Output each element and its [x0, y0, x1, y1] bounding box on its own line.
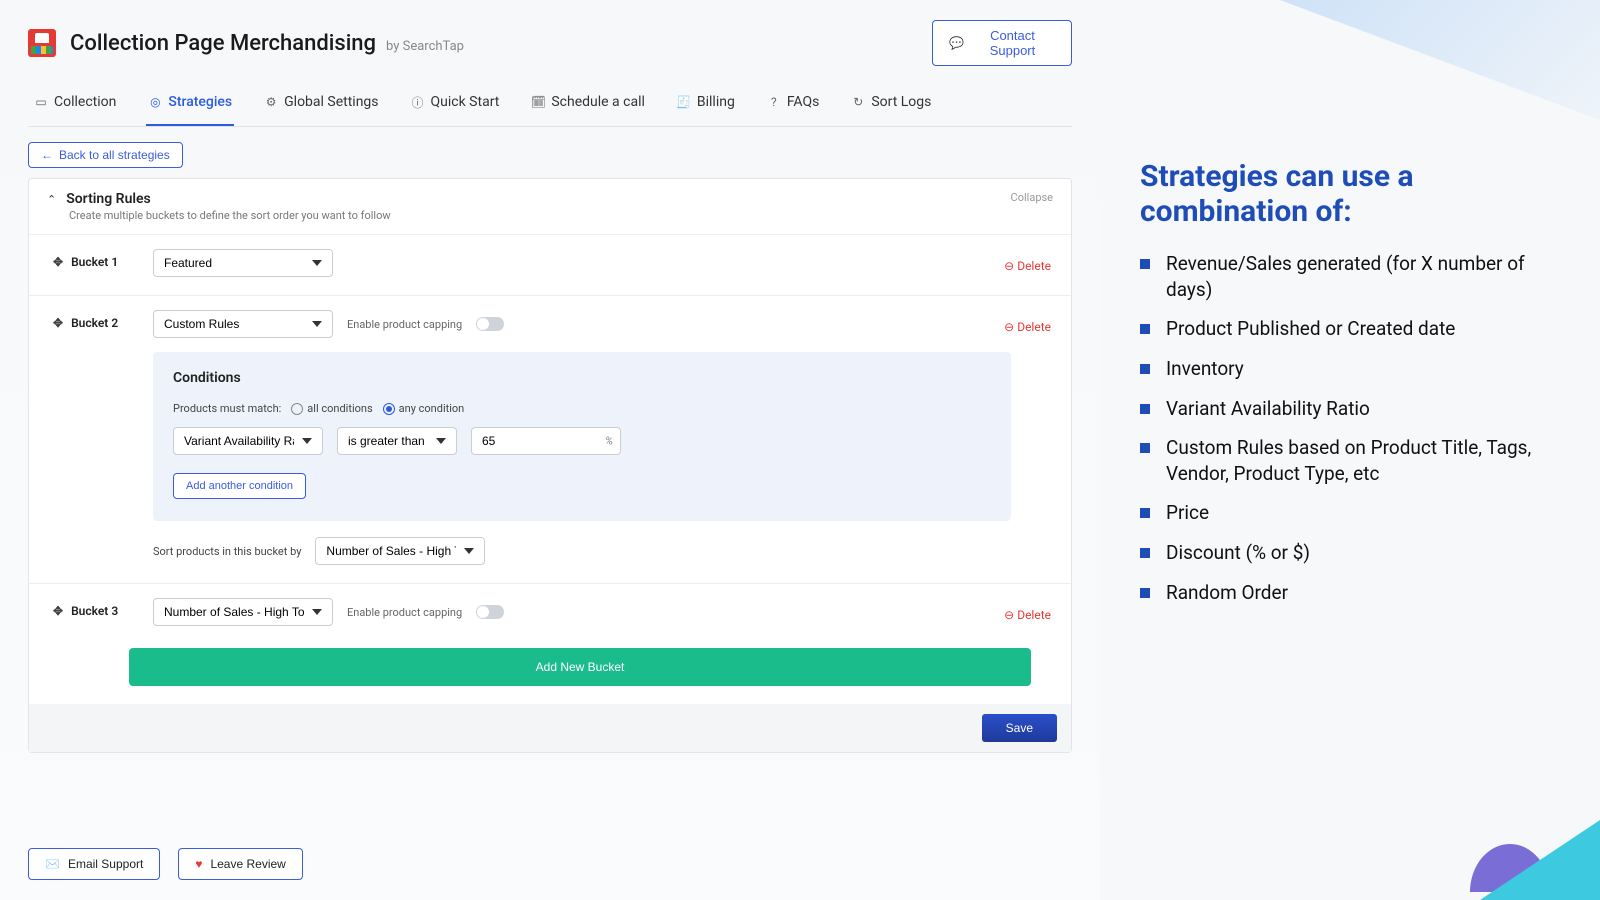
- match-label: Products must match:: [173, 402, 281, 415]
- capping-label: Enable product capping: [347, 318, 462, 331]
- info-icon: ⓘ: [411, 95, 425, 109]
- conditions-title: Conditions: [173, 370, 991, 386]
- card-subtitle: Create multiple buckets to define the so…: [69, 209, 391, 222]
- bucket-1: ✥Bucket 1 Featured ⊖Delete: [29, 234, 1071, 295]
- tab-faqs[interactable]: ?FAQs: [765, 84, 822, 126]
- list-item: Product Published or Created date: [1140, 316, 1550, 342]
- save-button[interactable]: Save: [982, 714, 1057, 742]
- tab-schedule-call[interactable]: 🗓Schedule a call: [529, 84, 647, 126]
- list-item: Random Order: [1140, 580, 1550, 606]
- condition-value-input[interactable]: [471, 427, 621, 455]
- capping-label: Enable product capping: [347, 606, 462, 619]
- bucket-1-type-select[interactable]: Featured: [153, 249, 333, 277]
- condition-field-select[interactable]: Variant Availability Ratio: [173, 427, 323, 455]
- sort-by-label: Sort products in this bucket by: [153, 545, 301, 558]
- leave-review-button[interactable]: ♥Leave Review: [178, 848, 303, 880]
- help-icon: ?: [767, 95, 781, 109]
- settings-icon: ⚙: [264, 95, 278, 109]
- bucket-2-delete-button[interactable]: ⊖Delete: [1004, 310, 1051, 338]
- back-to-strategies-button[interactable]: ← Back to all strategies: [28, 142, 183, 168]
- app-logo-icon: [28, 29, 56, 57]
- bullet-icon: [1140, 548, 1150, 558]
- bucket-3-delete-button[interactable]: ⊖Delete: [1004, 598, 1051, 626]
- list-item: Variant Availability Ratio: [1140, 396, 1550, 422]
- conditions-box: Conditions Products must match: all cond…: [153, 352, 1011, 521]
- collapse-link[interactable]: Collapse: [1011, 191, 1053, 204]
- bullet-icon: [1140, 259, 1150, 269]
- bucket-3-capping-toggle[interactable]: [476, 605, 504, 619]
- tab-strategies[interactable]: ◎Strategies: [146, 84, 234, 126]
- refresh-icon: ↻: [851, 95, 865, 109]
- drag-icon[interactable]: ✥: [53, 255, 63, 269]
- header: Collection Page Merchandising by SearchT…: [28, 20, 1072, 66]
- tab-global-settings[interactable]: ⚙Global Settings: [262, 84, 380, 126]
- minus-circle-icon: ⊖: [1004, 608, 1014, 622]
- email-support-button[interactable]: ✉️Email Support: [28, 848, 160, 880]
- mail-icon: ✉️: [45, 857, 60, 871]
- decorative-corner-top: [1280, 0, 1600, 120]
- percent-icon: %: [605, 435, 613, 448]
- bucket-1-delete-button[interactable]: ⊖Delete: [1004, 249, 1051, 277]
- collection-icon: ▭: [34, 95, 48, 109]
- add-bucket-button[interactable]: Add New Bucket: [129, 648, 1031, 686]
- match-all-radio[interactable]: [291, 403, 303, 415]
- chat-icon: 💬: [949, 36, 964, 50]
- bullet-icon: [1140, 324, 1150, 334]
- strategies-icon: ◎: [148, 95, 162, 109]
- bullet-icon: [1140, 508, 1150, 518]
- app-subtitle: by SearchTap: [386, 39, 464, 54]
- bucket-2-type-select[interactable]: Custom Rules: [153, 310, 333, 338]
- chevron-up-icon[interactable]: ⌃: [47, 193, 56, 206]
- side-list: Revenue/Sales generated (for X number of…: [1140, 251, 1550, 605]
- side-title: Strategies can use a combination of:: [1140, 160, 1550, 229]
- bullet-icon: [1140, 443, 1150, 453]
- list-item: Inventory: [1140, 356, 1550, 382]
- heart-icon: ♥: [195, 857, 202, 871]
- bucket-2: ✥Bucket 2 Custom Rules Enable product ca…: [29, 295, 1071, 583]
- list-item: Discount (% or $): [1140, 540, 1550, 566]
- billing-icon: 🧾: [677, 95, 691, 109]
- drag-icon[interactable]: ✥: [53, 316, 63, 330]
- contact-support-button[interactable]: 💬 Contact Support: [932, 20, 1072, 66]
- match-any-radio[interactable]: [383, 403, 395, 415]
- tab-quick-start[interactable]: ⓘQuick Start: [409, 84, 502, 126]
- calendar-icon: 🗓: [531, 95, 545, 109]
- arrow-left-icon: ←: [41, 148, 53, 162]
- drag-icon[interactable]: ✥: [53, 604, 63, 618]
- card-title: Sorting Rules: [66, 191, 151, 207]
- add-condition-button[interactable]: Add another condition: [173, 473, 306, 499]
- bucket-2-capping-toggle[interactable]: [476, 317, 504, 331]
- tab-sort-logs[interactable]: ↻Sort Logs: [849, 84, 933, 126]
- list-item: Custom Rules based on Product Title, Tag…: [1140, 435, 1550, 486]
- bucket-3-type-select[interactable]: Number of Sales - High To Low: [153, 598, 333, 626]
- bucket-2-sort-select[interactable]: Number of Sales - High To Low: [315, 537, 485, 565]
- tab-billing[interactable]: 🧾Billing: [675, 84, 737, 126]
- bucket-3: ✥Bucket 3 Number of Sales - High To Low …: [29, 583, 1071, 644]
- bullet-icon: [1140, 404, 1150, 414]
- bullet-icon: [1140, 588, 1150, 598]
- contact-label: Contact Support: [970, 28, 1055, 58]
- list-item: Revenue/Sales generated (for X number of…: [1140, 251, 1550, 302]
- card-footer: Save: [29, 704, 1071, 752]
- sorting-rules-card: ⌃ Sorting Rules Create multiple buckets …: [28, 178, 1072, 753]
- minus-circle-icon: ⊖: [1004, 259, 1014, 273]
- app-title: Collection Page Merchandising: [70, 31, 376, 56]
- bullet-icon: [1140, 364, 1150, 374]
- side-panel: Strategies can use a combination of: Rev…: [1100, 0, 1600, 900]
- tabs: ▭Collection ◎Strategies ⚙Global Settings…: [28, 84, 1072, 127]
- decorative-corner-bottom: [1360, 720, 1600, 900]
- condition-predicate-select[interactable]: is greater than: [337, 427, 457, 455]
- tab-collection[interactable]: ▭Collection: [32, 84, 118, 126]
- minus-circle-icon: ⊖: [1004, 320, 1014, 334]
- list-item: Price: [1140, 500, 1550, 526]
